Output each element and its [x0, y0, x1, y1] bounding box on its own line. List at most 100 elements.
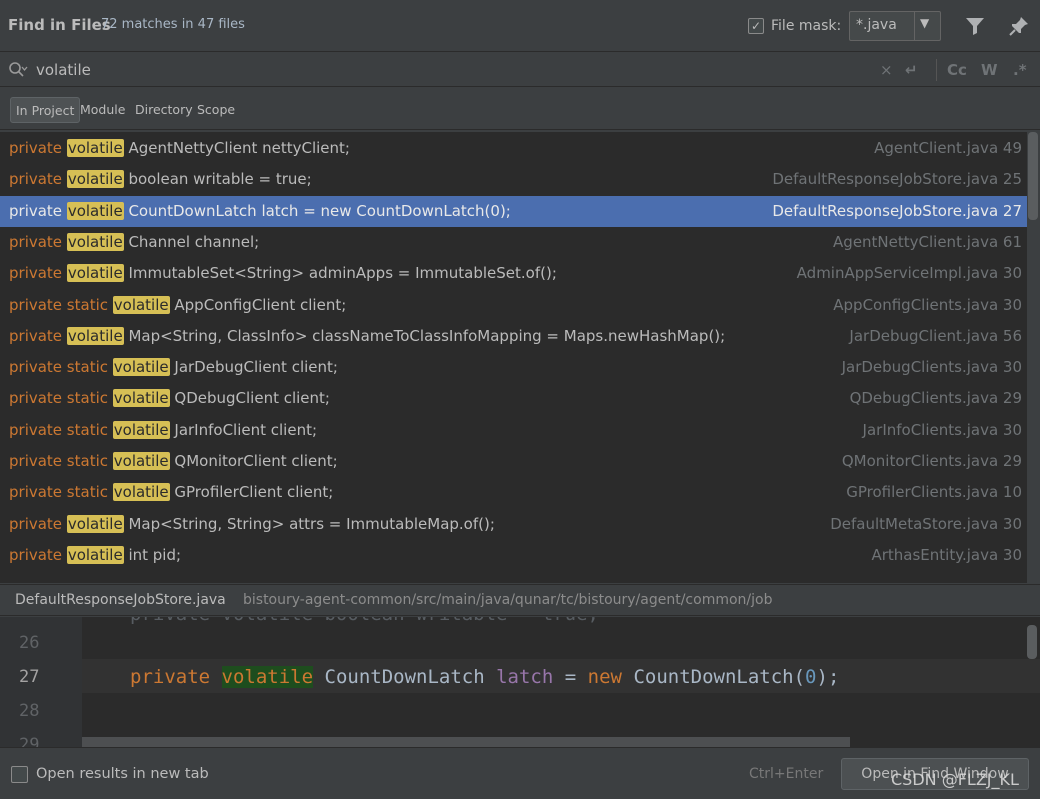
result-keyword: private static [9, 452, 113, 470]
result-keyword: private [9, 326, 67, 345]
result-match-highlight: volatile [66, 232, 124, 251]
result-row[interactable]: private static volatile JarInfoClient cl… [0, 415, 1027, 446]
file-mask-divider [914, 12, 915, 40]
code-new-keyword: new [587, 666, 622, 688]
file-mask-select[interactable]: *.java ▼ [849, 11, 941, 41]
result-text: AgentNettyClient nettyClient; [123, 139, 350, 157]
editor-scrollbar[interactable] [1027, 625, 1037, 659]
result-keyword: private [9, 545, 67, 564]
code-preview[interactable]: 26 27 28 29 private volatile boolean wri… [0, 617, 1040, 747]
result-text: Map<String, ClassInfo> classNameToClassI… [123, 326, 726, 345]
watermark: CSDN @FLZJ_KL [891, 770, 1019, 789]
result-code: private volatile CountDownLatch latch = … [9, 196, 511, 227]
result-match-highlight: volatile [66, 201, 124, 220]
code-number: 0 [805, 666, 817, 688]
regex-toggle[interactable]: .* [1013, 61, 1027, 79]
result-file-location: JarDebugClient.java 56 [849, 326, 1022, 345]
result-keyword: private [9, 264, 67, 283]
result-file-location: AgentNettyClient.java 61 [833, 232, 1022, 251]
result-row[interactable]: private volatile Map<String, ClassInfo> … [0, 321, 1027, 352]
line-gutter: 26 27 28 29 [0, 617, 82, 747]
tab-module[interactable]: Module [75, 97, 130, 123]
result-code: private volatile Channel channel; [9, 227, 259, 258]
line-number: 28 [19, 701, 40, 721]
result-code: private volatile Map<String, String> att… [9, 509, 495, 540]
search-row: × ↵ Cc W .* [0, 53, 1040, 87]
result-keyword: private [9, 170, 67, 189]
tab-in-project[interactable]: In Project [10, 97, 81, 123]
result-row[interactable]: private static volatile AppConfigClient … [0, 290, 1027, 321]
result-text: QMonitorClient client; [169, 452, 338, 470]
result-code: private static volatile QMonitorClient c… [9, 446, 338, 477]
result-match-highlight: volatile [66, 264, 124, 283]
new-line-icon[interactable]: ↵ [905, 61, 918, 79]
file-mask-value: *.java [856, 17, 897, 33]
open-new-tab-label[interactable]: Open results in new tab [36, 766, 209, 782]
result-match-highlight: volatile [112, 358, 170, 377]
result-match-highlight: volatile [112, 483, 170, 502]
match-count: 72 matches in 47 files [101, 17, 245, 32]
open-new-tab-checkbox[interactable] [11, 766, 28, 783]
result-match-highlight: volatile [66, 326, 124, 345]
result-file-location: JarDebugClients.java 30 [841, 358, 1022, 377]
result-row[interactable]: private volatile AgentNettyClient nettyC… [0, 133, 1027, 164]
result-row[interactable]: private volatile CountDownLatch latch = … [0, 195, 1027, 227]
whole-words-toggle[interactable]: W [981, 61, 998, 79]
clear-icon[interactable]: × [880, 61, 893, 79]
dialog-footer: Open results in new tab Ctrl+Enter Open … [0, 747, 1040, 799]
result-text: GProfilerClient client; [169, 483, 334, 502]
file-mask-label: File mask: [771, 18, 842, 34]
result-match-highlight: volatile [66, 170, 124, 189]
result-code: private volatile AgentNettyClient nettyC… [9, 133, 350, 164]
tab-directory[interactable]: Directory [130, 97, 198, 123]
result-code: private static volatile JarInfoClient cl… [9, 415, 317, 446]
result-code: private volatile boolean writable = true… [9, 164, 312, 195]
result-text: QDebugClient client; [169, 389, 330, 408]
search-icon[interactable] [8, 61, 28, 79]
result-file-location: DefaultResponseJobStore.java 27 [772, 201, 1022, 220]
code-operator: = [564, 666, 577, 688]
line-number: 26 [19, 633, 40, 653]
result-file-location: ArthasEntity.java 30 [871, 545, 1022, 564]
result-code: private volatile int pid; [9, 540, 181, 571]
line-number: 29 [19, 735, 40, 747]
result-row[interactable]: private volatile Map<String, String> att… [0, 509, 1027, 540]
result-row[interactable]: private static volatile JarDebugClient c… [0, 352, 1027, 383]
result-row[interactable]: private volatile Channel channel; AgentNe… [0, 227, 1027, 258]
results-list[interactable]: private volatile AgentNettyClient nettyC… [0, 132, 1027, 583]
code-line-prev: private volatile boolean writable = true… [130, 617, 599, 625]
result-match-highlight: volatile [66, 514, 124, 533]
result-file-location: AgentClient.java 49 [874, 139, 1022, 157]
result-keyword: private static [9, 358, 113, 377]
pin-icon[interactable] [1007, 14, 1031, 38]
result-row[interactable]: private volatile boolean writable = true… [0, 164, 1027, 195]
result-text: Map<String, String> attrs = ImmutableMap… [123, 514, 495, 533]
match-case-toggle[interactable]: Cc [947, 61, 967, 79]
result-code: private volatile Map<String, ClassInfo> … [9, 321, 725, 352]
results-scrollbar[interactable] [1028, 132, 1038, 220]
result-code: private static volatile QDebugClient cli… [9, 383, 330, 414]
result-file-location: QDebugClients.java 29 [849, 389, 1022, 408]
result-text: JarDebugClient client; [169, 358, 338, 377]
result-row[interactable]: private static volatile GProfilerClient … [0, 477, 1027, 508]
editor-horizontal-scrollbar[interactable] [82, 737, 850, 747]
filter-icon[interactable] [963, 14, 987, 38]
code-end: ); [816, 666, 840, 688]
find-header: Find in Files 72 matches in 47 files ✓ F… [0, 0, 1040, 52]
result-match-highlight: volatile [66, 545, 124, 564]
result-row[interactable]: private volatile int pid; ArthasEntity.ja… [0, 540, 1027, 571]
result-row[interactable]: private static volatile QMonitorClient c… [0, 446, 1027, 477]
file-mask-checkbox[interactable]: ✓ [748, 18, 764, 34]
result-file-location: DefaultMetaStore.java 30 [830, 514, 1022, 533]
result-row[interactable]: private static volatile QDebugClient cli… [0, 383, 1027, 414]
result-match-highlight: volatile [66, 139, 124, 157]
result-file-location: AppConfigClients.java 30 [833, 295, 1022, 314]
result-match-highlight: volatile [112, 389, 170, 408]
result-row[interactable]: private volatile ImmutableSet<String> ad… [0, 258, 1027, 289]
tab-scope[interactable]: Scope [192, 97, 240, 123]
result-text: CountDownLatch latch = new CountDownLatc… [123, 201, 511, 220]
result-text: int pid; [123, 545, 182, 564]
search-input[interactable] [36, 59, 836, 81]
chevron-down-icon: ▼ [920, 16, 930, 30]
result-code: private static volatile GProfilerClient … [9, 477, 333, 508]
